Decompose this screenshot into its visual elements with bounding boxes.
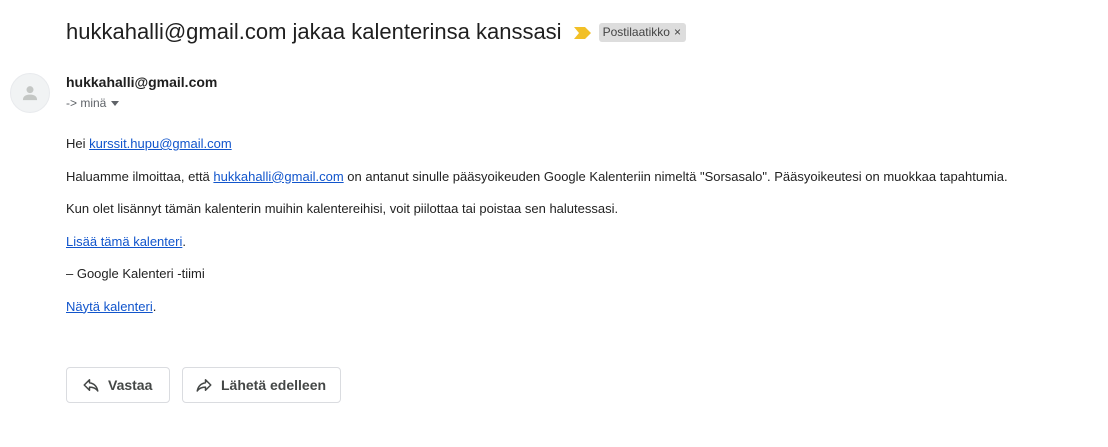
reply-button[interactable]: Vastaa: [66, 367, 170, 403]
share-notice-suffix: on antanut sinulle pääsyoikeuden Google …: [343, 168, 1008, 184]
label-chip-text: Postilaatikko: [602, 25, 670, 39]
subject-row: hukkahalli@gmail.com jakaa kalenterinsa …: [66, 16, 686, 48]
email-body: Hei kurssit.hupu@gmail.com Haluamme ilmo…: [66, 135, 1096, 315]
recipient-email-link[interactable]: kurssit.hupu@gmail.com: [89, 136, 232, 151]
view-calendar-line: Näytä kalenteri.: [66, 298, 1096, 315]
recipient-details-toggle[interactable]: -> minä: [66, 96, 120, 110]
share-notice-prefix: Haluamme ilmoittaa, että: [66, 168, 214, 184]
person-icon: [22, 86, 38, 101]
reply-label: Vastaa: [108, 377, 153, 393]
recipient-text: -> minä: [66, 96, 107, 110]
add-calendar-period: .: [182, 233, 186, 249]
email-view: hukkahalli@gmail.com jakaa kalenterinsa …: [0, 0, 1108, 447]
remove-label-icon[interactable]: ×: [674, 26, 681, 38]
importance-marker-icon[interactable]: [573, 26, 591, 39]
signature-line: – Google Kalenteri -tiimi: [66, 266, 205, 281]
label-chip-inbox: Postilaatikko ×: [598, 22, 686, 42]
greeting-text: Hei: [66, 136, 90, 151]
add-calendar-link[interactable]: Lisää tämä kalenteri: [66, 234, 182, 249]
email-subject: hukkahalli@gmail.com jakaa kalenterinsa …: [66, 19, 562, 44]
view-calendar-period: .: [152, 298, 157, 314]
sharer-email-link[interactable]: hukkahalli@gmail.com: [213, 169, 343, 184]
info-line: Kun olet lisännyt tämän kalenterin muihi…: [66, 201, 619, 216]
add-calendar-line: Lisää tämä kalenteri.: [66, 233, 1096, 250]
chevron-down-icon[interactable]: [111, 100, 120, 106]
forward-icon: [195, 376, 213, 394]
forward-button[interactable]: Lähetä edelleen: [182, 367, 341, 403]
share-notice-line: Haluamme ilmoittaa, että hukkahalli@gmai…: [66, 168, 1096, 185]
sender-avatar[interactable]: [10, 73, 50, 113]
forward-label: Lähetä edelleen: [221, 377, 327, 393]
sender-name[interactable]: hukkahalli@gmail.com: [66, 74, 217, 90]
view-calendar-link[interactable]: Näytä kalenteri: [66, 299, 153, 314]
greeting-line: Hei kurssit.hupu@gmail.com: [66, 135, 1096, 152]
reply-icon: [82, 376, 100, 394]
